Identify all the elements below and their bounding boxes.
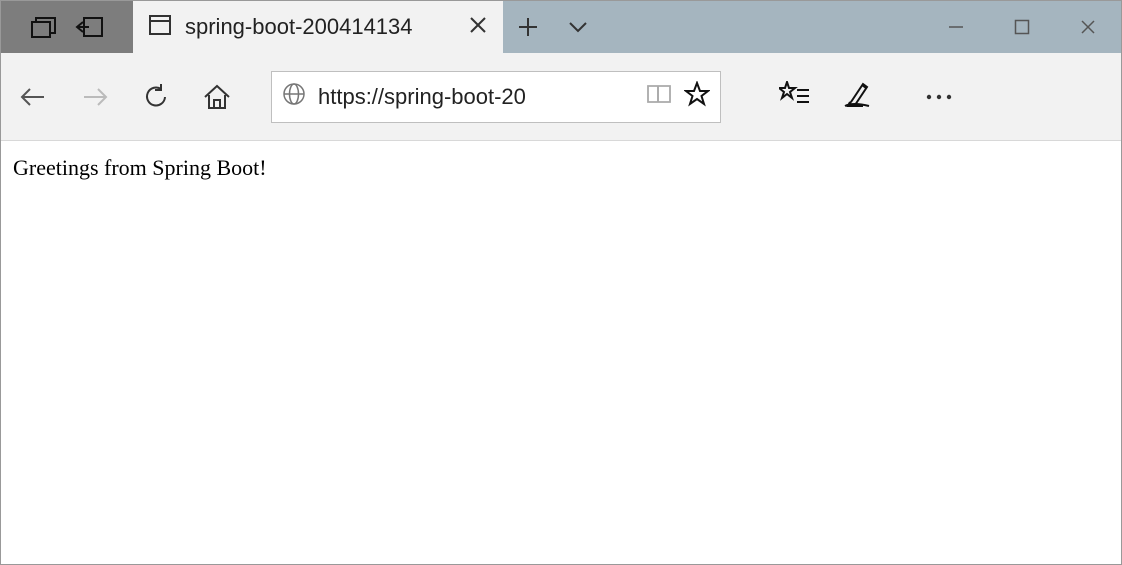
favorite-star-icon[interactable]	[684, 81, 710, 112]
window-controls	[923, 1, 1121, 53]
tab-title: spring-boot-200414134	[185, 14, 455, 40]
close-tab-icon[interactable]	[469, 16, 487, 39]
page-content: Greetings from Spring Boot!	[1, 141, 1121, 195]
site-info-icon[interactable]	[282, 82, 306, 111]
page-icon	[149, 15, 171, 40]
refresh-button[interactable]	[143, 84, 169, 110]
favorites-list-icon[interactable]	[779, 81, 809, 112]
window-titlebar: spring-boot-200414134	[1, 1, 1121, 53]
more-menu-icon[interactable]	[925, 88, 953, 106]
forward-button[interactable]	[81, 86, 109, 108]
titlebar-left-controls	[1, 1, 133, 53]
page-body-text: Greetings from Spring Boot!	[13, 155, 267, 180]
address-bar[interactable]: https://spring-boot-20	[271, 71, 721, 123]
titlebar-rest	[503, 1, 1121, 53]
tabs-overview-icon[interactable]	[31, 16, 57, 38]
reading-view-icon[interactable]	[646, 83, 672, 110]
url-text[interactable]: https://spring-boot-20	[318, 84, 634, 110]
browser-tab[interactable]: spring-boot-200414134	[133, 1, 503, 53]
set-aside-tabs-icon[interactable]	[75, 17, 103, 37]
new-tab-button[interactable]	[503, 1, 553, 53]
home-button[interactable]	[203, 84, 231, 110]
minimize-button[interactable]	[923, 1, 989, 53]
maximize-button[interactable]	[989, 1, 1055, 53]
notes-icon[interactable]	[843, 80, 871, 113]
browser-toolbar: https://spring-boot-20	[1, 53, 1121, 141]
back-button[interactable]	[19, 86, 47, 108]
close-window-button[interactable]	[1055, 1, 1121, 53]
tab-actions-dropdown[interactable]	[553, 1, 603, 53]
